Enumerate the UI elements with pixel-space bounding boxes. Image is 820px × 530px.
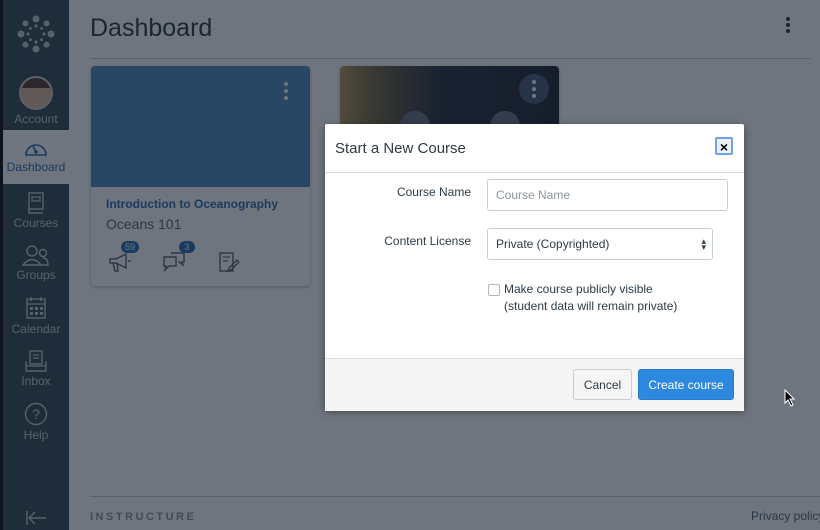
public-visibility-label[interactable]: Make course publicly visible (student da…	[504, 281, 677, 315]
start-new-course-dialog: Start a New Course × Course Name Content…	[325, 124, 744, 411]
content-license-value: Private (Copyrighted)	[496, 237, 610, 251]
public-visibility-label-line1: Make course publicly visible	[504, 282, 653, 296]
content-license-label: Content License	[384, 234, 471, 248]
select-arrows-icon: ▴ ▾	[701, 236, 706, 252]
mouse-cursor-icon	[784, 388, 796, 412]
close-button[interactable]: ×	[715, 137, 733, 155]
close-icon: ×	[719, 139, 729, 155]
course-name-label: Course Name	[396, 185, 471, 199]
dialog-title: Start a New Course	[335, 140, 466, 157]
public-visibility-label-line2: (student data will remain private)	[504, 299, 678, 313]
create-course-button[interactable]: Create course	[638, 369, 734, 400]
course-name-input[interactable]	[487, 179, 728, 211]
cancel-button[interactable]: Cancel	[573, 369, 632, 400]
public-visibility-checkbox[interactable]	[488, 284, 500, 296]
divider	[325, 172, 744, 173]
content-license-select[interactable]: Private (Copyrighted) ▴ ▾	[487, 228, 713, 260]
dialog-footer: Cancel Create course	[325, 358, 744, 411]
